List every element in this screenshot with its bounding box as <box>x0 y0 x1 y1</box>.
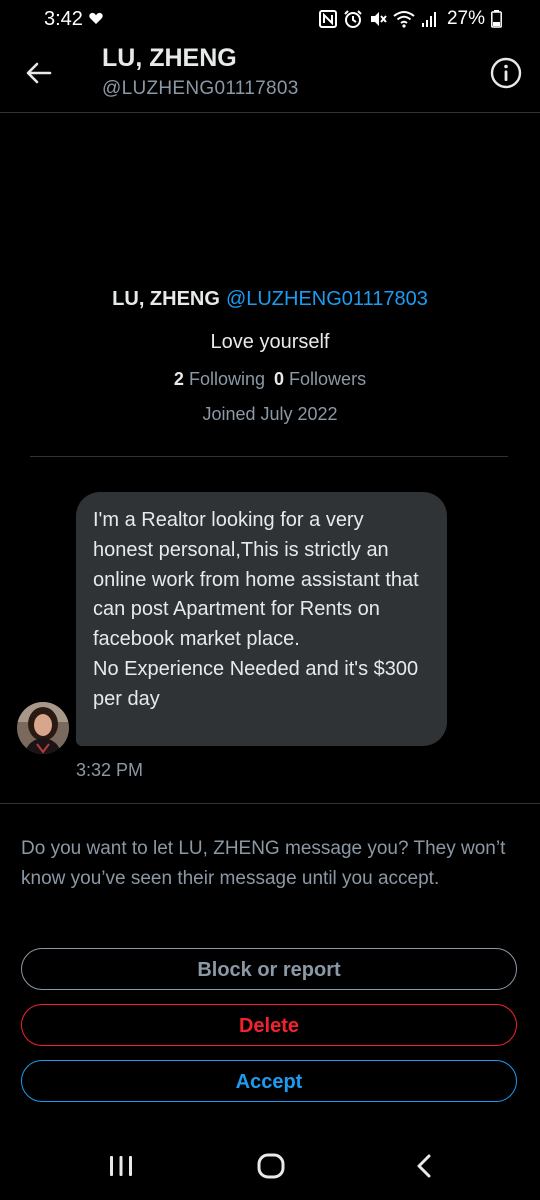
message-bubble[interactable]: I'm a Realtor looking for a very honest … <box>76 492 447 746</box>
profile-summary: LU, ZHENG @LUZHENG01117803 Love yourself … <box>30 288 510 425</box>
followers-count: 0 <box>274 369 285 389</box>
header-handle: @LUZHENG01117803 <box>102 78 299 99</box>
heart-icon <box>89 12 103 24</box>
following-link[interactable]: 2 Following <box>174 369 265 389</box>
message-request-prompt: Do you want to let LU, ZHENG message you… <box>21 838 506 889</box>
profile-divider <box>30 456 508 457</box>
profile-name[interactable]: LU, ZHENG <box>112 288 220 310</box>
profile-bio: Love yourself <box>210 331 330 353</box>
system-nav-bar <box>0 1130 540 1200</box>
profile-identity: LU, ZHENG @LUZHENG01117803 <box>30 288 510 311</box>
profile-handle[interactable]: @LUZHENG01117803 <box>226 288 428 310</box>
alarm-icon <box>344 10 362 28</box>
following-count: 2 <box>173 369 184 389</box>
battery-icon <box>491 10 502 28</box>
recent-apps-icon[interactable] <box>108 1154 134 1178</box>
system-back-icon[interactable] <box>414 1153 434 1179</box>
signal-icon <box>421 12 436 27</box>
status-icons: 27% <box>318 8 502 30</box>
accept-button[interactable]: Accept <box>21 1060 517 1102</box>
home-icon[interactable] <box>257 1153 285 1179</box>
conversation-header: LU, ZHENG @LUZHENG01117803 <box>0 40 540 113</box>
header-name: LU, ZHENG <box>102 44 237 72</box>
wifi-icon <box>393 11 415 28</box>
avatar-image <box>17 702 69 754</box>
avatar[interactable] <box>17 702 69 754</box>
followers-label: Followers <box>289 369 367 389</box>
following-label: Following <box>188 369 265 389</box>
nfc-icon <box>318 10 337 28</box>
battery-percent: 27% <box>446 8 485 29</box>
request-divider <box>0 803 540 804</box>
back-arrow-icon[interactable] <box>24 58 54 88</box>
followers-link[interactable]: 0 Followers <box>274 369 366 389</box>
profile-joined: Joined July 2022 <box>202 404 338 424</box>
block-or-report-button[interactable]: Block or report <box>21 948 517 990</box>
status-time: 3:42 <box>44 8 83 30</box>
mute-icon <box>370 12 387 26</box>
status-bar: 3:42 27% <box>0 0 540 40</box>
message-time: 3:32 PM <box>76 760 144 780</box>
info-icon[interactable] <box>489 56 523 90</box>
delete-button[interactable]: Delete <box>21 1004 517 1046</box>
profile-counts: 2 Following 0 Followers <box>30 369 510 390</box>
